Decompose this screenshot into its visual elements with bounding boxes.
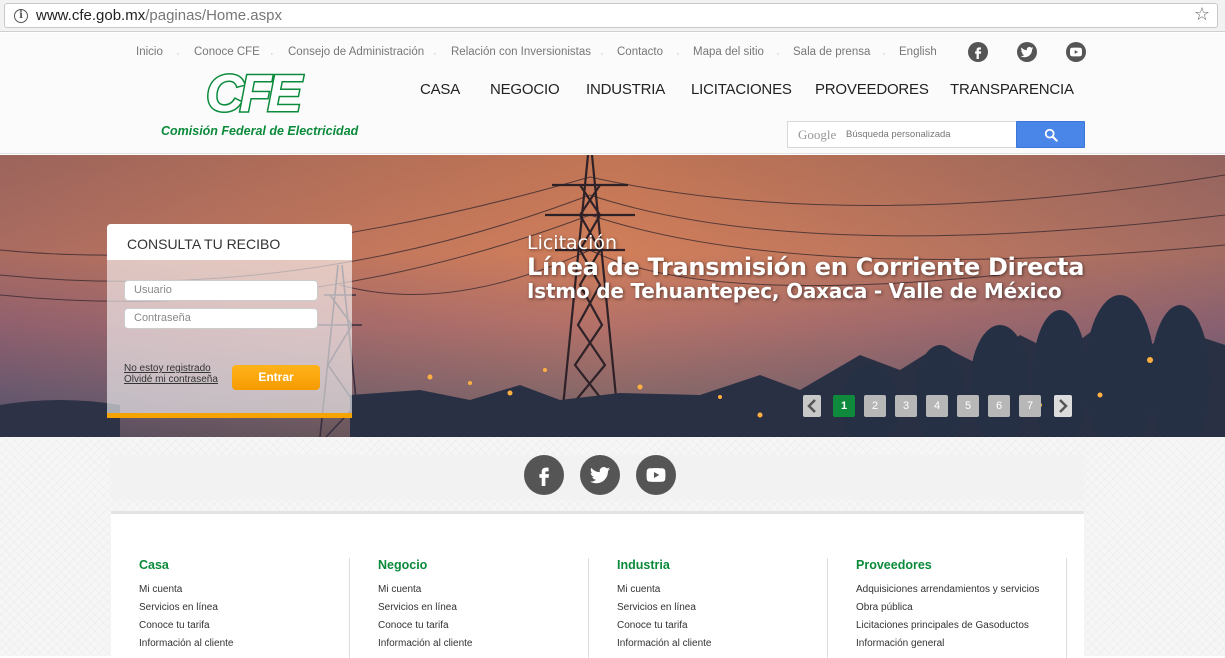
slider-prev-button[interactable] (803, 395, 821, 417)
footer-column-title[interactable]: Negocio (378, 558, 473, 572)
footer-link[interactable]: Mi cuenta (617, 581, 712, 599)
footer-link[interactable]: Mi cuenta (378, 581, 473, 599)
footer-link[interactable]: Conoce tu tarifa (139, 617, 234, 635)
address-bar[interactable]: i www.cfe.gob.mx/paginas/Home.aspx ☆ (4, 3, 1218, 28)
chevron-left-icon (807, 399, 816, 413)
search-input[interactable]: Google Búsqueda personalizada (787, 121, 1017, 148)
login-submit-button[interactable]: Entrar (232, 365, 320, 390)
bookmark-star-icon[interactable]: ☆ (1194, 5, 1210, 25)
footer-link[interactable]: Servicios en línea (378, 599, 473, 617)
footer-sitemap: Casa Mi cuenta Servicios en línea Conoce… (111, 514, 1084, 658)
nav-licitaciones[interactable]: LICITACIONES (691, 81, 792, 99)
forgot-password-link[interactable]: Olvidé mi contraseña (124, 374, 218, 386)
separator: · (600, 48, 604, 60)
footer-column-title[interactable]: Proveedores (856, 558, 1039, 572)
separator: · (270, 48, 274, 60)
hero-headline[interactable]: Línea de Transmisión en Corriente Direct… (527, 253, 1084, 281)
footer-link[interactable]: Mi cuenta (139, 581, 234, 599)
twitter-icon[interactable] (1017, 42, 1037, 62)
hero-subheadline: Istmo de Tehuantepec, Oaxaca - Valle de … (527, 279, 1062, 303)
slide-page-4[interactable]: 4 (926, 395, 948, 417)
top-link-inicio[interactable]: Inicio (136, 45, 163, 59)
top-link-consejo[interactable]: Consejo de Administración (288, 45, 424, 59)
top-link-mapa[interactable]: Mapa del sitio (693, 45, 764, 59)
facebook-icon[interactable] (524, 455, 564, 495)
panel-accent-bar (107, 413, 352, 418)
utility-nav: Inicio · Conoce CFE · Consejo de Adminis… (0, 45, 1225, 61)
url-text[interactable]: www.cfe.gob.mx/paginas/Home.aspx (36, 8, 282, 24)
bill-lookup-title: CONSULTA TU RECIBO (127, 236, 281, 252)
footer-link[interactable]: Licitaciones principales de Gasoductos (856, 617, 1039, 635)
footer-column-negocio: Negocio Mi cuenta Servicios en línea Con… (378, 558, 473, 658)
password-input[interactable]: Contraseña (124, 308, 318, 329)
search-icon (1044, 128, 1058, 142)
footer-link[interactable]: Información al cliente (617, 635, 712, 653)
footer-column-title[interactable]: Industria (617, 558, 712, 572)
site-header: Inicio · Conoce CFE · Consejo de Adminis… (0, 33, 1225, 154)
footer-column-casa: Casa Mi cuenta Servicios en línea Conoce… (139, 558, 234, 658)
footer-column-title[interactable]: Casa (139, 558, 234, 572)
footer-link[interactable]: Conoce tu tarifa (378, 617, 473, 635)
footer-column-proveedores: Proveedores Adquisiciones arrendamientos… (856, 558, 1039, 658)
bill-lookup-panel: CONSULTA TU RECIBO Usuario Contraseña No… (107, 224, 352, 418)
google-brand: Google (798, 127, 837, 142)
top-link-prensa[interactable]: Sala de prensa (793, 45, 870, 59)
separator: · (433, 48, 437, 60)
twitter-icon[interactable] (580, 455, 620, 495)
slider-next-button[interactable] (1054, 395, 1072, 417)
footer-link[interactable]: Adquisiciones arrendamientos y servicios (856, 581, 1039, 599)
footer-link[interactable]: Información al cliente (139, 635, 234, 653)
footer-link[interactable]: Información al cliente (378, 635, 473, 653)
column-divider (1066, 558, 1067, 658)
footer-column-industria: Industria Mi cuenta Servicios en línea C… (617, 558, 712, 658)
top-link-english[interactable]: English (899, 45, 937, 59)
column-divider (349, 558, 350, 658)
nav-transparencia[interactable]: TRANSPARENCIA (950, 81, 1074, 99)
youtube-icon[interactable] (636, 455, 676, 495)
column-divider (827, 558, 828, 658)
youtube-icon[interactable] (1066, 42, 1086, 62)
top-link-inversionistas[interactable]: Relación con Inversionistas (451, 45, 591, 59)
slide-page-6[interactable]: 6 (988, 395, 1010, 417)
footer-link[interactable]: Información general (856, 635, 1039, 653)
footer-link[interactable]: Conoce tu tarifa (617, 617, 712, 635)
search-placeholder: Búsqueda personalizada (846, 129, 951, 140)
slide-page-5[interactable]: 5 (957, 395, 979, 417)
nav-casa[interactable]: CASA (420, 81, 460, 99)
logo-subtitle: Comisión Federal de Electricidad (161, 124, 359, 138)
browser-toolbar: i www.cfe.gob.mx/paginas/Home.aspx ☆ (0, 0, 1225, 32)
footer-link[interactable]: Servicios en línea (617, 599, 712, 617)
url-host: www.cfe.gob.mx (36, 7, 146, 24)
search-button[interactable] (1016, 121, 1085, 148)
column-divider (588, 558, 589, 658)
info-icon[interactable]: i (14, 9, 28, 23)
separator: · (882, 48, 886, 60)
slide-page-7[interactable]: 7 (1019, 395, 1041, 417)
footer-link[interactable]: Servicios en línea (139, 599, 234, 617)
bill-lookup-header: CONSULTA TU RECIBO (107, 224, 352, 260)
top-link-contacto[interactable]: Contacto (617, 45, 663, 59)
separator: · (176, 48, 180, 60)
url-path: /paginas/Home.aspx (145, 7, 282, 24)
footer-link[interactable]: Obra pública (856, 599, 1039, 617)
username-input[interactable]: Usuario (124, 280, 318, 301)
logo-mark-fill: CFE (206, 65, 302, 123)
nav-industria[interactable]: INDUSTRIA (586, 81, 665, 99)
nav-proveedores[interactable]: PROVEEDORES (815, 81, 929, 99)
chevron-right-icon (1059, 399, 1068, 413)
cfe-logo[interactable]: CFE CFE Comisión Federal de Electricidad (158, 65, 358, 140)
separator: · (776, 48, 780, 60)
separator: · (676, 48, 680, 60)
nav-negocio[interactable]: NEGOCIO (490, 81, 560, 99)
facebook-icon[interactable] (968, 42, 988, 62)
top-link-conoce-cfe[interactable]: Conoce CFE (194, 45, 260, 59)
hero-kicker: Licitación (527, 232, 618, 254)
slide-page-3[interactable]: 3 (895, 395, 917, 417)
hero-banner: Licitación Línea de Transmisión en Corri… (0, 155, 1225, 437)
slide-page-1[interactable]: 1 (833, 395, 855, 417)
slide-page-2[interactable]: 2 (864, 395, 886, 417)
